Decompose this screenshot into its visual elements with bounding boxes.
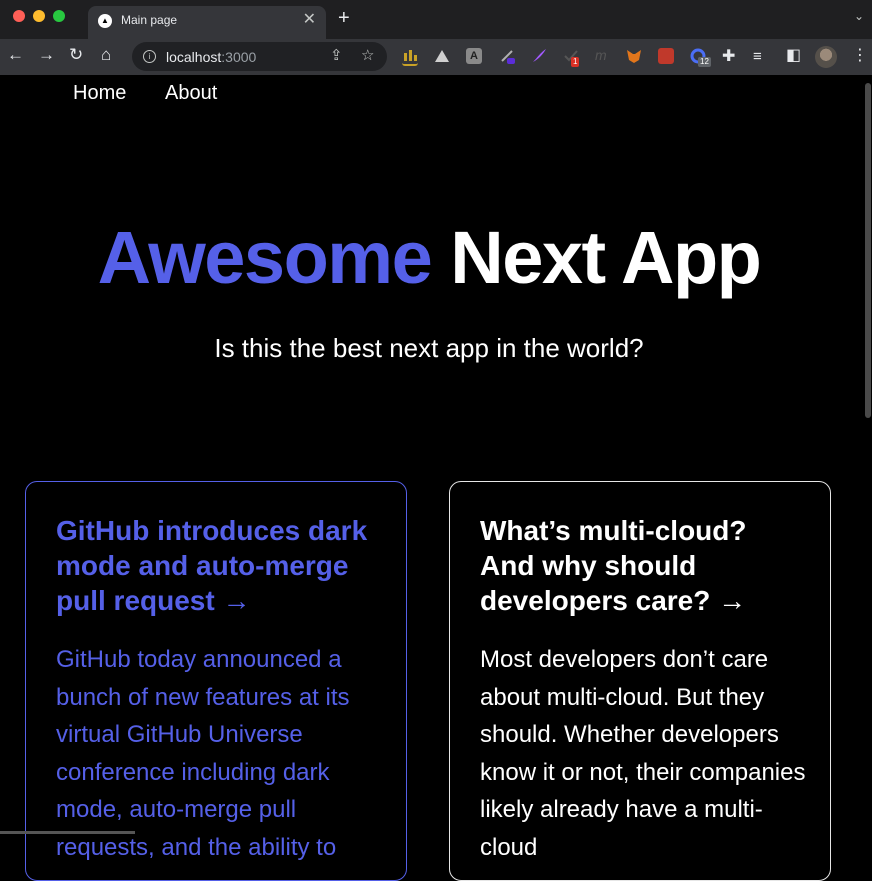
extension-chart-icon[interactable]	[402, 48, 418, 66]
hero-title: Awesome Next App	[0, 213, 858, 303]
share-icon[interactable]: ⇪	[330, 47, 343, 65]
card-title[interactable]: GitHub introduces dark mode and auto-mer…	[56, 513, 376, 618]
url-text: localhost:3000	[166, 49, 256, 65]
extension-m-icon[interactable]: m	[595, 48, 611, 64]
vertical-scrollbar[interactable]	[864, 75, 872, 834]
tab-title: Main page	[121, 13, 178, 27]
extensions-puzzle-icon[interactable]: ✚	[722, 47, 735, 67]
browser-toolbar: ← → ↻ ⌂ i localhost:3000 ⇪ ☆ A 1 m 12 ✚ …	[0, 39, 872, 75]
hero-subtitle: Is this the best next app in the world?	[214, 333, 644, 363]
url-host: localhost	[166, 49, 222, 65]
extension-mountain-icon[interactable]	[434, 48, 450, 64]
card-title[interactable]: What’s multi-cloud? And why should devel…	[480, 513, 800, 618]
extension-pen-icon[interactable]	[499, 48, 515, 64]
card-body: Most developers don’t care about multi-c…	[480, 646, 806, 861]
hero-title-accent: Awesome	[97, 216, 433, 299]
close-window-button[interactable]	[13, 10, 25, 22]
close-tab-icon[interactable]: ✕	[303, 11, 316, 29]
site-info-icon[interactable]: i	[143, 50, 156, 63]
extension-red-badge-icon[interactable]	[658, 48, 674, 64]
bookmark-star-icon[interactable]: ☆	[361, 47, 374, 65]
home-icon[interactable]: ⌂	[101, 45, 111, 65]
hero-title-rest: Next App	[431, 216, 762, 299]
nextjs-favicon-icon: ▲	[98, 14, 112, 28]
extension-count-badge: 12	[698, 57, 711, 67]
url-port: :3000	[221, 49, 257, 65]
scrollbar-thumb[interactable]	[865, 83, 871, 418]
extension-notification-badge: 1	[571, 57, 580, 67]
page-content: Home About Awesome Next App Is this the …	[0, 75, 872, 881]
address-bar[interactable]: i localhost:3000 ⇪ ☆	[132, 42, 387, 71]
browser-tab-active[interactable]: ▲ Main page ✕	[88, 6, 326, 39]
forward-arrow-icon[interactable]: →	[38, 45, 55, 65]
back-arrow-icon[interactable]: ←	[7, 45, 24, 65]
nav-link-home[interactable]: Home	[73, 82, 126, 105]
new-tab-button[interactable]: +	[338, 7, 350, 29]
minimize-window-button[interactable]	[33, 10, 45, 22]
media-queue-icon[interactable]: ≡	[753, 47, 762, 67]
nav-link-about[interactable]: About	[165, 82, 217, 105]
article-card-multicloud[interactable]: What’s multi-cloud? And why should devel…	[449, 481, 831, 881]
browser-titlebar: ▲ Main page ✕ + ⌄	[0, 0, 872, 39]
tab-search-chevron-icon[interactable]: ⌄	[854, 9, 864, 23]
zoom-window-button[interactable]	[53, 10, 65, 22]
reload-icon[interactable]: ↻	[69, 45, 83, 65]
article-card-github[interactable]: GitHub introduces dark mode and auto-mer…	[25, 481, 407, 881]
side-panel-icon[interactable]: ◧	[786, 46, 801, 66]
extension-feather-icon[interactable]	[531, 48, 547, 64]
more-menu-icon[interactable]: ⋮	[852, 46, 868, 66]
profile-avatar[interactable]	[815, 46, 837, 68]
metamask-fox-icon[interactable]	[626, 48, 642, 64]
extension-a-icon[interactable]: A	[466, 48, 482, 64]
